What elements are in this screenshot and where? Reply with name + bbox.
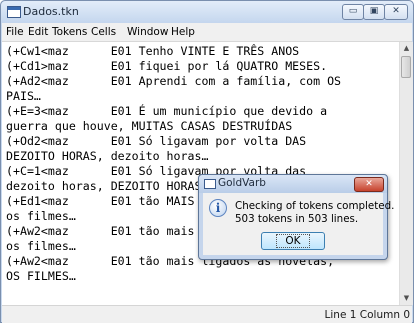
- app-window-icon: [7, 6, 21, 18]
- editor-line: PAIS…: [6, 89, 41, 103]
- menu-edit[interactable]: Edit: [28, 26, 48, 38]
- menu-tokens[interactable]: Tokens: [52, 26, 87, 38]
- scroll-down-icon[interactable]: ▼: [400, 292, 413, 305]
- dialog-close-button[interactable]: ✕: [354, 177, 384, 192]
- dialog-window-icon: [204, 179, 216, 189]
- editor-line: (+Od2<maz E01 Só ligavam por volta DAS: [6, 134, 307, 148]
- dialog-body: i Checking of tokens completed. 503 toke…: [203, 193, 394, 255]
- main-window: Dados.tkn ▭ ▣ ✕ File Edit Tokens Cells W…: [0, 0, 414, 323]
- goldvarb-dialog: GoldVarb ✕ i Checking of tokens complete…: [198, 174, 394, 260]
- editor-line: DEZOITO HORAS, dezoito horas…: [6, 149, 209, 163]
- menu-bar: File Edit Tokens Cells Window Help: [2, 23, 412, 42]
- minimize-button[interactable]: ▭: [342, 4, 364, 20]
- menu-help[interactable]: Help: [171, 26, 195, 38]
- title-bar[interactable]: Dados.tkn ▭ ▣ ✕: [1, 1, 413, 23]
- editor-line: os filmes…: [6, 209, 76, 223]
- scroll-thumb[interactable]: [401, 56, 411, 78]
- close-button[interactable]: ✕: [384, 4, 408, 20]
- editor-line: (+E=3<maz E01 É um município que devido …: [6, 104, 328, 118]
- dialog-title-bar[interactable]: GoldVarb ✕: [199, 175, 387, 193]
- maximize-button[interactable]: ▣: [363, 4, 385, 20]
- vertical-scrollbar[interactable]: ▲ ▼: [399, 42, 413, 305]
- menu-cells[interactable]: Cells: [91, 26, 116, 38]
- editor-line: dezoito horas, DEZOITO HORAS…: [6, 179, 209, 193]
- ok-button-label: OK: [276, 234, 310, 248]
- editor-line: (+Cw1<maz E01 Tenho VINTE E TRÊS ANOS: [6, 44, 300, 58]
- ok-button[interactable]: OK: [261, 232, 325, 250]
- cursor-position-status: Line 1 Column 0: [324, 309, 410, 321]
- dialog-message-line2: 503 tokens in 503 lines.: [235, 213, 359, 225]
- menu-window[interactable]: Window: [127, 26, 168, 38]
- scroll-up-icon[interactable]: ▲: [400, 42, 413, 55]
- window-title: Dados.tkn: [23, 5, 79, 18]
- editor-line: OS FILMES…: [6, 269, 76, 283]
- editor-line: (+Ad2<maz E01 Aprendi com a família, com…: [6, 74, 342, 88]
- editor-line: (+Cd1>maz E01 fiquei por lá QUATRO MESES…: [6, 59, 328, 73]
- status-bar: Line 1 Column 0: [2, 305, 412, 323]
- editor-line: os filmes…: [6, 239, 76, 253]
- menu-file[interactable]: File: [6, 26, 24, 38]
- editor-line: guerra que houve, MUITAS CASAS DESTRUÍDA…: [6, 119, 293, 133]
- dialog-title: GoldVarb: [218, 177, 266, 189]
- info-icon: i: [209, 199, 227, 217]
- dialog-message-line1: Checking of tokens completed.: [235, 200, 395, 212]
